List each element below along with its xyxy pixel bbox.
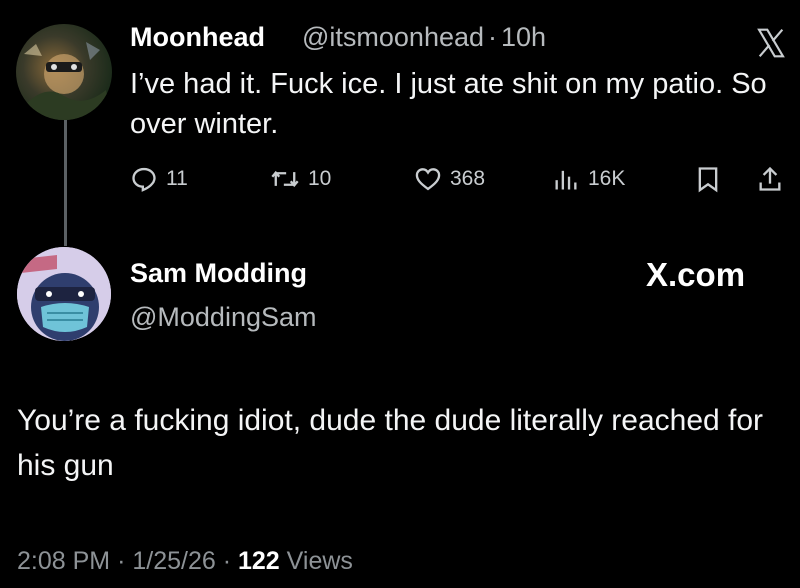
x-logo-icon xyxy=(757,28,785,58)
author-handle[interactable]: @itsmoonhead xyxy=(302,22,484,52)
reply-count: 11 xyxy=(166,167,188,190)
footer-separator: · xyxy=(222,547,232,575)
footer-time[interactable]: 2:08 PM xyxy=(17,547,110,575)
share-icon xyxy=(759,166,781,191)
tweet-text: I’ve had it. Fuck ice. I just ate shit o… xyxy=(130,68,767,140)
meta-separator: · xyxy=(488,22,498,52)
views-button[interactable]: 16K xyxy=(552,163,625,195)
like-count: 368 xyxy=(450,167,486,190)
footer-views-count: 122 xyxy=(238,547,280,575)
footer-separator: · xyxy=(117,547,126,575)
user-avatar-sam-icon xyxy=(17,247,111,341)
views-count: 16K xyxy=(588,167,626,190)
tweet-timestamp[interactable]: 10h xyxy=(501,22,546,52)
author-display-name[interactable]: Moonhead xyxy=(130,22,265,53)
reply-author-display-name[interactable]: Sam Modding xyxy=(130,258,307,289)
retweet-count: 10 xyxy=(308,167,332,190)
avatar[interactable] xyxy=(17,247,111,341)
like-button[interactable]: 368 xyxy=(414,163,485,195)
tweet-action-bar: 11 10 368 16K xyxy=(0,163,800,195)
reply-author-handle[interactable]: @ModdingSam xyxy=(130,302,317,333)
heart-icon xyxy=(415,168,441,191)
reply-icon xyxy=(132,167,156,192)
retweet-button[interactable]: 10 xyxy=(270,163,331,195)
analytics-icon xyxy=(555,170,577,190)
bookmark-button[interactable] xyxy=(695,163,729,195)
bookmark-icon xyxy=(698,167,718,193)
reply-tweet-text: You’re a fucking idiot, dude the dude li… xyxy=(17,404,764,482)
reply-button[interactable]: 11 xyxy=(130,163,188,195)
retweet-icon xyxy=(271,170,299,188)
platform-label: X.com xyxy=(646,256,746,293)
user-avatar-moonhead-icon xyxy=(16,42,112,120)
author-meta: @itsmoonhead · 10h xyxy=(302,22,550,53)
tweet-footer: 2:08 PM · 1/25/26 · 122 Views xyxy=(17,547,353,576)
share-button[interactable] xyxy=(757,163,791,195)
avatar[interactable] xyxy=(16,24,112,120)
footer-date[interactable]: 1/25/26 xyxy=(132,547,215,575)
footer-views-label: Views xyxy=(286,547,353,575)
